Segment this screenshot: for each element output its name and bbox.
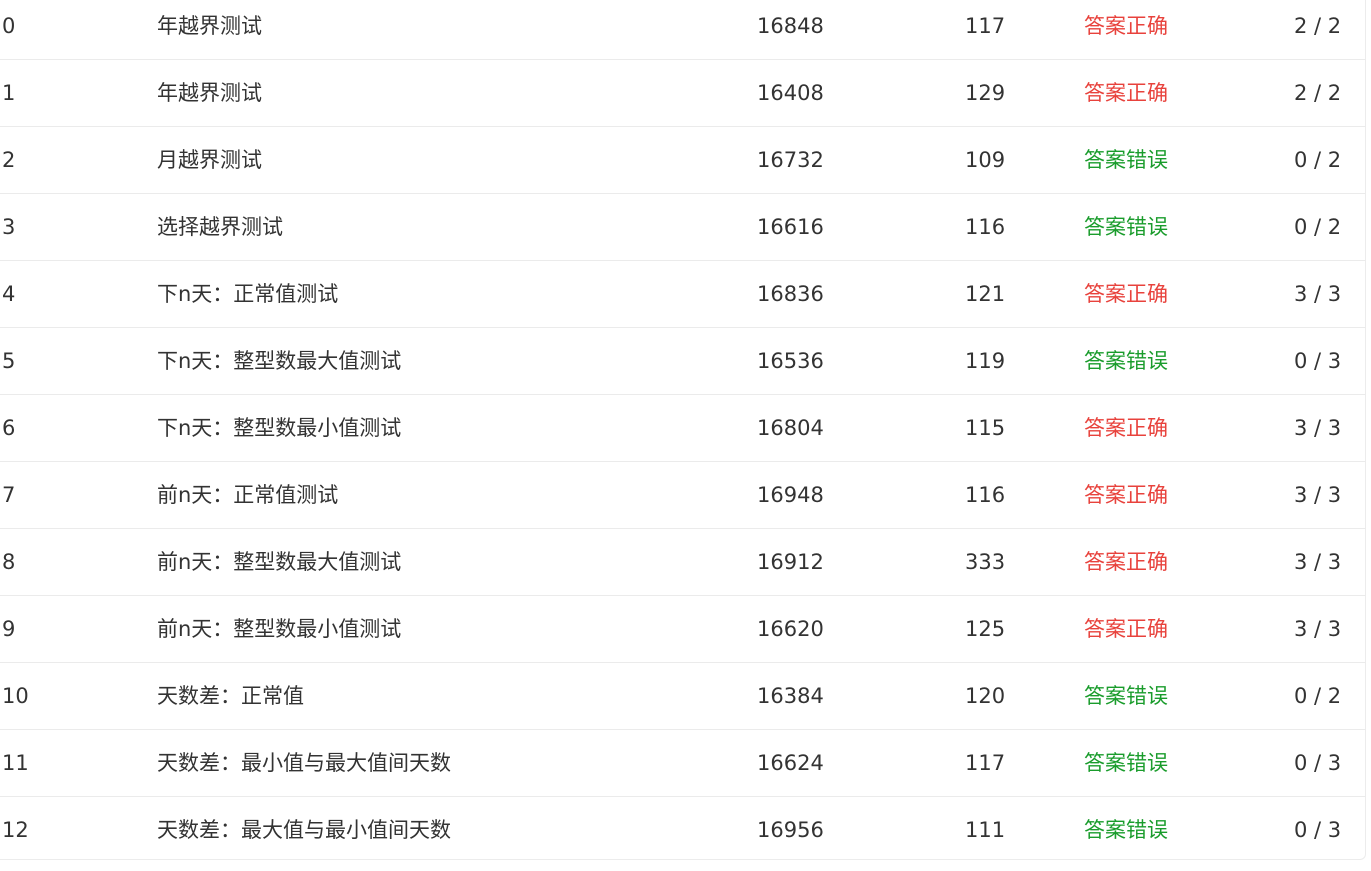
test-name: 前n天：整型数最小值测试 bbox=[157, 617, 402, 641]
table-row: 6 下n天：整型数最小值测试 16804 115 答案正确 3 / 3 bbox=[0, 395, 1366, 462]
test-name: 下n天：整型数最大值测试 bbox=[157, 349, 402, 373]
test-status: 答案错误 bbox=[1084, 349, 1168, 373]
test-memory: 115 bbox=[965, 416, 1006, 440]
test-time: 16912 bbox=[757, 550, 824, 574]
test-name: 天数差：最小值与最大值间天数 bbox=[157, 751, 451, 775]
test-index: 7 bbox=[2, 483, 16, 507]
test-time: 16948 bbox=[757, 483, 824, 507]
test-status: 答案正确 bbox=[1084, 416, 1168, 440]
test-status: 答案正确 bbox=[1084, 483, 1168, 507]
test-index: 6 bbox=[2, 416, 16, 440]
test-time: 16616 bbox=[757, 215, 824, 239]
table-row: 1 年越界测试 16408 129 答案正确 2 / 2 bbox=[0, 60, 1366, 127]
test-status: 答案错误 bbox=[1084, 751, 1168, 775]
test-time: 16836 bbox=[757, 282, 824, 306]
test-time: 16848 bbox=[757, 14, 824, 38]
test-index: 5 bbox=[2, 349, 16, 373]
test-name: 天数差：正常值 bbox=[157, 684, 304, 708]
test-time: 16624 bbox=[757, 751, 824, 775]
test-status: 答案正确 bbox=[1084, 81, 1168, 105]
test-index: 10 bbox=[2, 684, 29, 708]
test-name: 选择越界测试 bbox=[157, 215, 283, 239]
test-time: 16804 bbox=[757, 416, 824, 440]
test-score: 3 / 3 bbox=[1294, 550, 1342, 574]
test-name: 前n天：正常值测试 bbox=[157, 483, 339, 507]
test-time: 16384 bbox=[757, 684, 824, 708]
table-row: 4 下n天：正常值测试 16836 121 答案正确 3 / 3 bbox=[0, 261, 1366, 328]
test-time: 16956 bbox=[757, 818, 824, 842]
table-row: 8 前n天：整型数最大值测试 16912 333 答案正确 3 / 3 bbox=[0, 529, 1366, 596]
test-status: 答案错误 bbox=[1084, 148, 1168, 172]
test-memory: 116 bbox=[965, 215, 1006, 239]
table-row: 0 年越界测试 16848 117 答案正确 2 / 2 bbox=[0, 0, 1366, 60]
test-status: 答案错误 bbox=[1084, 684, 1168, 708]
test-status: 答案正确 bbox=[1084, 282, 1168, 306]
test-memory: 111 bbox=[965, 818, 1006, 842]
test-name: 前n天：整型数最大值测试 bbox=[157, 550, 402, 574]
test-score: 0 / 2 bbox=[1294, 684, 1342, 708]
test-results-table: 0 年越界测试 16848 117 答案正确 2 / 2 1 年越界测试 164… bbox=[0, 0, 1366, 860]
table-row: 2 月越界测试 16732 109 答案错误 0 / 2 bbox=[0, 127, 1366, 194]
test-score: 0 / 3 bbox=[1294, 818, 1342, 842]
table-row: 9 前n天：整型数最小值测试 16620 125 答案正确 3 / 3 bbox=[0, 596, 1366, 663]
table-row: 12 天数差：最大值与最小值间天数 16956 111 答案错误 0 / 3 bbox=[0, 797, 1366, 864]
test-index: 1 bbox=[2, 81, 16, 105]
test-memory: 117 bbox=[965, 751, 1006, 775]
test-name: 下n天：正常值测试 bbox=[157, 282, 339, 306]
test-name: 年越界测试 bbox=[157, 81, 262, 105]
test-name: 天数差：最大值与最小值间天数 bbox=[157, 818, 451, 842]
test-memory: 333 bbox=[965, 550, 1006, 574]
test-memory: 109 bbox=[965, 148, 1006, 172]
test-score: 2 / 2 bbox=[1294, 81, 1342, 105]
test-status: 答案错误 bbox=[1084, 215, 1168, 239]
table-row: 7 前n天：正常值测试 16948 116 答案正确 3 / 3 bbox=[0, 462, 1366, 529]
test-score: 2 / 2 bbox=[1294, 14, 1342, 38]
test-index: 0 bbox=[2, 14, 16, 38]
test-index: 2 bbox=[2, 148, 16, 172]
test-time: 16408 bbox=[757, 81, 824, 105]
test-index: 11 bbox=[2, 751, 29, 775]
test-score: 0 / 2 bbox=[1294, 215, 1342, 239]
test-memory: 119 bbox=[965, 349, 1006, 373]
test-score: 0 / 3 bbox=[1294, 751, 1342, 775]
test-time: 16536 bbox=[757, 349, 824, 373]
test-index: 12 bbox=[2, 818, 29, 842]
table-row: 3 选择越界测试 16616 116 答案错误 0 / 2 bbox=[0, 194, 1366, 261]
test-index: 8 bbox=[2, 550, 16, 574]
table-row: 5 下n天：整型数最大值测试 16536 119 答案错误 0 / 3 bbox=[0, 328, 1366, 395]
test-score: 3 / 3 bbox=[1294, 416, 1342, 440]
test-time: 16620 bbox=[757, 617, 824, 641]
test-score: 0 / 3 bbox=[1294, 349, 1342, 373]
test-memory: 125 bbox=[965, 617, 1006, 641]
test-status: 答案错误 bbox=[1084, 818, 1168, 842]
test-status: 答案正确 bbox=[1084, 14, 1168, 38]
table-row: 10 天数差：正常值 16384 120 答案错误 0 / 2 bbox=[0, 663, 1366, 730]
test-index: 9 bbox=[2, 617, 16, 641]
test-score: 3 / 3 bbox=[1294, 617, 1342, 641]
test-memory: 116 bbox=[965, 483, 1006, 507]
test-memory: 117 bbox=[965, 14, 1006, 38]
test-status: 答案正确 bbox=[1084, 617, 1168, 641]
test-score: 3 / 3 bbox=[1294, 483, 1342, 507]
test-index: 3 bbox=[2, 215, 16, 239]
test-score: 3 / 3 bbox=[1294, 282, 1342, 306]
test-index: 4 bbox=[2, 282, 16, 306]
test-name: 年越界测试 bbox=[157, 14, 262, 38]
test-memory: 121 bbox=[965, 282, 1006, 306]
test-name: 下n天：整型数最小值测试 bbox=[157, 416, 402, 440]
test-memory: 129 bbox=[965, 81, 1006, 105]
test-score: 0 / 2 bbox=[1294, 148, 1342, 172]
table-row: 11 天数差：最小值与最大值间天数 16624 117 答案错误 0 / 3 bbox=[0, 730, 1366, 797]
test-status: 答案正确 bbox=[1084, 550, 1168, 574]
test-memory: 120 bbox=[965, 684, 1006, 708]
test-time: 16732 bbox=[757, 148, 824, 172]
test-name: 月越界测试 bbox=[157, 148, 262, 172]
